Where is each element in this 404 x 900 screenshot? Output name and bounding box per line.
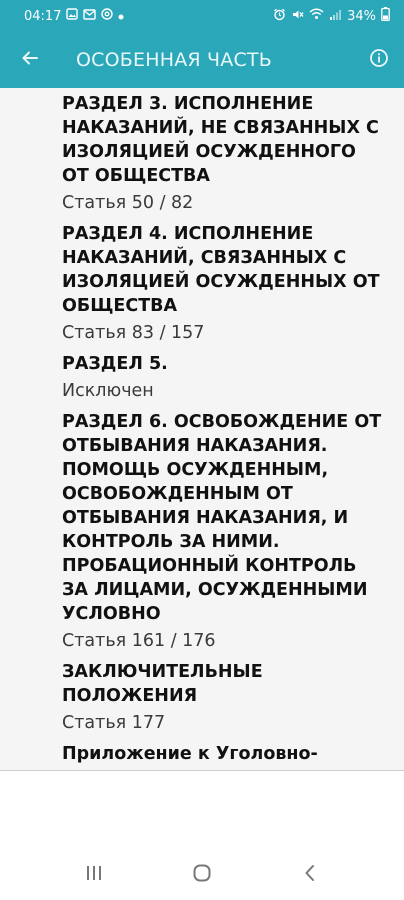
system-nav-bar: [0, 850, 404, 900]
back-nav-button[interactable]: [280, 855, 340, 895]
section-item-5[interactable]: РАЗДЕЛ 5. Исключен: [0, 348, 404, 406]
arrow-left-icon: [20, 48, 40, 73]
section-item-6[interactable]: РАЗДЕЛ 6. ОСВОБОЖДЕНИЕ ОТ ОТБЫВАНИЯ НАКА…: [0, 406, 404, 656]
section-title: Приложение к Уголовно-: [62, 744, 318, 764]
section-item-4[interactable]: РАЗДЕЛ 4. ИСПОЛНЕНИЕ НАКАЗАНИЙ, СВЯЗАННЫ…: [0, 218, 404, 348]
home-icon: [192, 863, 212, 888]
section-title: РАЗДЕЛ 4. ИСПОЛНЕНИЕ НАКАЗАНИЙ, СВЯЗАННЫ…: [62, 224, 380, 316]
section-item-3[interactable]: РАЗДЕЛ 3. ИСПОЛНЕНИЕ НАКАЗАНИЙ, НЕ СВЯЗА…: [0, 88, 404, 218]
recent-apps-icon: [84, 864, 104, 887]
section-item-final[interactable]: ЗАКЛЮЧИТЕЛЬНЫЕ ПОЛОЖЕНИЯ Статья 177: [0, 656, 404, 738]
section-title: РАЗДЕЛ 5.: [62, 354, 168, 374]
dot-icon: [118, 9, 124, 24]
section-item-appendix[interactable]: Приложение к Уголовно-: [0, 738, 404, 768]
status-time: 04:17: [24, 8, 62, 24]
status-left: 04:17: [24, 8, 124, 24]
section-articles: Статья 83 / 157: [62, 323, 205, 343]
home-button[interactable]: [172, 855, 232, 895]
status-bar: 04:17 34%: [0, 0, 404, 32]
back-button[interactable]: [0, 32, 60, 88]
sections-list[interactable]: РАЗДЕЛ 3. ИСПОЛНЕНИЕ НАКАЗАНИЙ, НЕ СВЯЗА…: [0, 88, 404, 770]
gallery-icon: [66, 8, 79, 24]
section-articles: Статья 161 / 176: [62, 631, 216, 651]
alarm-icon: [273, 8, 286, 25]
wifi-icon: [309, 8, 324, 24]
mail-icon: [83, 8, 97, 24]
section-articles: Статья 50 / 82: [62, 193, 194, 213]
section-title: РАЗДЕЛ 3. ИСПОЛНЕНИЕ НАКАЗАНИЙ, НЕ СВЯЗА…: [62, 94, 379, 186]
divider: [0, 770, 404, 771]
section-articles: Исключен: [62, 381, 154, 401]
section-articles: Статья 177: [62, 713, 166, 733]
info-button[interactable]: [354, 32, 404, 88]
battery-icon: [381, 7, 390, 25]
page-title: ОСОБЕННАЯ ЧАСТЬ: [76, 49, 272, 71]
chevron-left-icon: [303, 863, 317, 888]
recent-apps-button[interactable]: [64, 855, 124, 895]
section-title: РАЗДЕЛ 6. ОСВОБОЖДЕНИЕ ОТ ОТБЫВАНИЯ НАКА…: [62, 412, 382, 624]
app-bar: ОСОБЕННАЯ ЧАСТЬ: [0, 32, 404, 88]
signal-icon: [329, 8, 342, 24]
at-sign-icon: [101, 8, 114, 24]
battery-percent: 34%: [347, 8, 376, 24]
mute-icon: [291, 8, 304, 25]
status-right: 34%: [273, 7, 390, 25]
info-circle-icon: [369, 48, 389, 73]
section-title: ЗАКЛЮЧИТЕЛЬНЫЕ ПОЛОЖЕНИЯ: [62, 662, 263, 706]
